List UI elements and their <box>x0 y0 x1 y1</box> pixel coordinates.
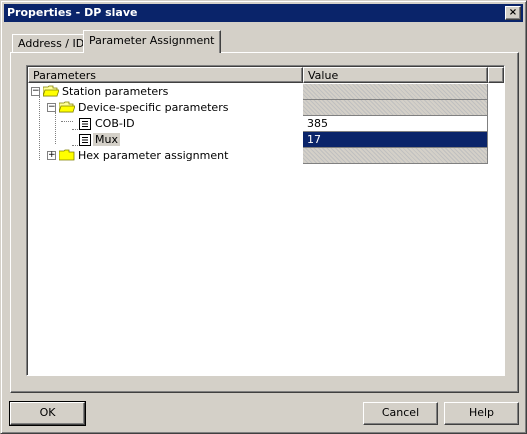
value-cell <box>303 84 488 100</box>
tab-parameter-assignment[interactable]: Parameter Assignment <box>83 30 221 53</box>
collapse-icon[interactable]: − <box>47 103 56 112</box>
properties-dialog: Properties - DP slave × Address / ID Par… <box>0 0 527 434</box>
tree-row-label: Device-specific parameters <box>78 101 229 114</box>
tree-row-label: Hex parameter assignment <box>78 149 229 162</box>
tree-row-mux[interactable]: Mux 17 <box>28 132 504 148</box>
tree-row-label: Station parameters <box>62 85 169 98</box>
parameter-grid[interactable]: Parameters Value − Station parameters − <box>26 65 505 376</box>
grid-header: Parameters Value <box>28 67 504 83</box>
close-button[interactable]: × <box>505 6 521 20</box>
tree-row-label: Mux <box>93 133 120 146</box>
parameter-doc-icon <box>79 134 91 146</box>
parameter-doc-icon <box>79 118 91 130</box>
column-header-label: Value <box>308 69 339 82</box>
tab-address-id[interactable]: Address / ID <box>12 34 91 53</box>
tree-row-device-specific-parameters[interactable]: − Device-specific parameters <box>28 100 504 116</box>
folder-closed-icon <box>59 149 75 161</box>
value-cell-mux[interactable]: 17 <box>303 132 488 148</box>
folder-open-icon <box>43 85 59 97</box>
window-title: Properties - DP slave <box>7 6 138 19</box>
value-cell-cob-id[interactable]: 385 <box>303 116 488 132</box>
cancel-button[interactable]: Cancel <box>363 402 438 425</box>
column-header-filler <box>488 67 504 83</box>
tree-row-station-parameters[interactable]: − Station parameters <box>28 84 504 100</box>
column-header-label: Parameters <box>33 69 96 82</box>
folder-open-icon <box>59 101 75 113</box>
column-header-value[interactable]: Value <box>303 67 488 83</box>
help-button[interactable]: Help <box>444 402 519 425</box>
expand-icon[interactable]: + <box>47 151 56 160</box>
collapse-icon[interactable]: − <box>31 87 40 96</box>
tab-label: Parameter Assignment <box>89 34 215 47</box>
tree-row-label: COB-ID <box>95 117 135 130</box>
value-cell <box>303 100 488 116</box>
value-cell <box>303 148 488 164</box>
close-icon: × <box>508 7 518 18</box>
tree-row-hex-parameter-assignment[interactable]: + Hex parameter assignment <box>28 148 504 164</box>
ok-button[interactable]: OK <box>9 401 86 426</box>
column-header-parameters[interactable]: Parameters <box>28 67 303 83</box>
tree-row-cob-id[interactable]: COB-ID 385 <box>28 116 504 132</box>
tab-label: Address / ID <box>18 37 85 50</box>
title-bar[interactable]: Properties - DP slave × <box>4 4 523 22</box>
